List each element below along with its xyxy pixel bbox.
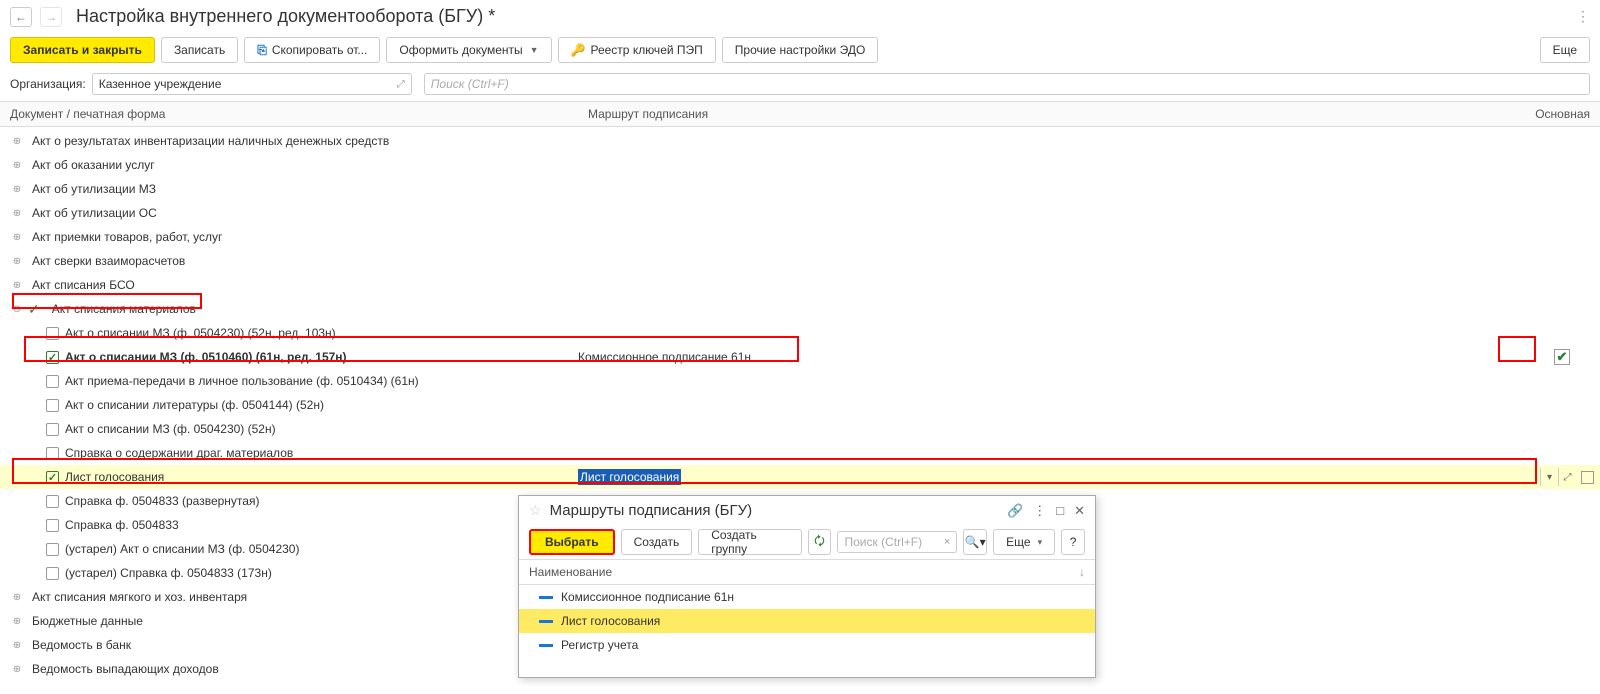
chevron-down-icon: ▼ <box>530 45 539 55</box>
checkbox[interactable] <box>46 375 59 388</box>
clear-icon[interactable]: × <box>944 536 950 548</box>
expand-icon[interactable]: ⊕ <box>10 640 24 651</box>
popup-title: Маршруты подписания (БГУ) <box>550 502 999 519</box>
tree-group[interactable]: ⊕Акт сверки взаиморасчетов <box>0 249 1600 273</box>
route-value: Комиссионное подписание 61н <box>578 350 751 364</box>
tree-item[interactable]: Справка о содержании драг. материалов <box>0 441 1600 465</box>
tree-item[interactable]: Акт приема-передачи в личное пользование… <box>0 369 1600 393</box>
popup-row-selected[interactable]: Лист голосования <box>519 609 1095 633</box>
search-settings-button[interactable]: 🔍▾ <box>963 529 987 555</box>
check-icon: ✓ <box>28 301 40 318</box>
expand-icon[interactable]: ⊕ <box>10 232 24 243</box>
tree-group[interactable]: ⊖✓Акт списания материалов <box>0 297 1600 321</box>
popup-col-header[interactable]: Наименование↓ <box>519 559 1095 585</box>
checkbox[interactable] <box>46 471 59 484</box>
expand-icon[interactable]: ⊕ <box>10 160 24 171</box>
more-icon[interactable]: ⋮ <box>1033 503 1046 519</box>
checkbox[interactable] <box>46 351 59 364</box>
copy-from-button[interactable]: ⎘Скопировать от... <box>244 37 380 63</box>
tree-item[interactable]: Акт о списании литературы (ф. 0504144) (… <box>0 393 1600 417</box>
create-button[interactable]: Создать <box>621 529 693 555</box>
tree-item[interactable]: Акт о списании МЗ (ф. 0504230) (52н) <box>0 417 1600 441</box>
page-title: Настройка внутреннего документооборота (… <box>76 6 495 27</box>
checkbox[interactable] <box>46 399 59 412</box>
checkbox[interactable] <box>46 543 59 556</box>
tree-group[interactable]: ⊕Акт списания БСО <box>0 273 1600 297</box>
checkbox[interactable] <box>46 423 59 436</box>
copy-icon: ⎘ <box>257 43 267 58</box>
expand-icon[interactable]: ⊕ <box>10 664 24 675</box>
key-icon: 🔑 <box>571 43 586 57</box>
sort-icon: ↓ <box>1079 565 1085 579</box>
main-checkbox[interactable]: ✔ <box>1554 349 1570 365</box>
dropdown-icon[interactable]: ▾ <box>1540 468 1558 486</box>
link-icon[interactable]: 🔗 <box>1007 503 1023 519</box>
expand-icon[interactable]: ⊕ <box>10 616 24 627</box>
expand-icon[interactable]: ⊕ <box>10 184 24 195</box>
save-button[interactable]: Записать <box>161 37 238 63</box>
create-group-button[interactable]: Создать группу <box>698 529 801 555</box>
more-button[interactable]: Еще <box>1540 37 1590 63</box>
table-header: Документ / печатная форма Маршрут подпис… <box>0 101 1600 127</box>
back-button[interactable]: ← <box>10 7 32 27</box>
collapse-icon[interactable]: ⊖ <box>10 304 24 315</box>
item-icon <box>539 620 553 623</box>
checkbox[interactable] <box>46 447 59 460</box>
item-icon <box>539 644 553 647</box>
tree-group[interactable]: ⊕Акт об оказании услуг <box>0 153 1600 177</box>
expand-icon[interactable]: ⊕ <box>10 136 24 147</box>
popup-search[interactable]: Поиск (Ctrl+F)× <box>837 531 957 553</box>
expand-icon[interactable]: ⤢ <box>397 79 405 90</box>
org-label: Организация: <box>10 77 86 91</box>
tree-group[interactable]: ⊕Акт об утилизации ОС <box>0 201 1600 225</box>
open-icon[interactable]: ⤢ <box>1558 468 1576 486</box>
forward-button[interactable]: → <box>40 7 62 27</box>
org-field[interactable]: Казенное учреждение⤢ <box>92 73 412 95</box>
item-icon <box>539 596 553 599</box>
expand-icon[interactable]: ⊕ <box>10 208 24 219</box>
refresh-button[interactable]: 🗘 <box>808 529 832 555</box>
help-button[interactable]: ? <box>1061 529 1085 555</box>
checkbox[interactable] <box>46 567 59 580</box>
header-more-icon[interactable]: ⋮ <box>1576 8 1590 25</box>
main-checkbox[interactable] <box>1581 471 1594 484</box>
tree-item[interactable]: Акт о списании МЗ (ф. 0510460) (61н, ред… <box>0 345 1600 369</box>
save-close-button[interactable]: Записать и закрыть <box>10 37 155 63</box>
popup-row[interactable]: Комиссионное подписание 61н <box>519 585 1095 609</box>
popup-more-button[interactable]: Еще▾ <box>993 529 1055 555</box>
other-settings-button[interactable]: Прочие настройки ЭДО <box>722 37 879 63</box>
keys-button[interactable]: 🔑Реестр ключей ПЭП <box>558 37 716 63</box>
select-button[interactable]: Выбрать <box>529 529 615 555</box>
tree-group[interactable]: ⊕Акт об утилизации МЗ <box>0 177 1600 201</box>
tree-group[interactable]: ⊕Акт о результатах инвентаризации наличн… <box>0 129 1600 153</box>
format-docs-button[interactable]: Оформить документы▼ <box>386 37 551 63</box>
tree-group[interactable]: ⊕Акт приемки товаров, работ, услуг <box>0 225 1600 249</box>
expand-icon[interactable]: ⊕ <box>10 256 24 267</box>
checkbox[interactable] <box>46 327 59 340</box>
route-editor[interactable]: Лист голосования <box>578 469 681 485</box>
expand-icon[interactable]: ⊕ <box>10 592 24 603</box>
close-icon[interactable]: ✕ <box>1074 503 1085 519</box>
star-icon[interactable]: ☆ <box>529 502 542 519</box>
tree-item[interactable]: Акт о списании МЗ (ф. 0504230) (52н, ред… <box>0 321 1600 345</box>
checkbox[interactable] <box>46 519 59 532</box>
popup-row[interactable]: Регистр учета <box>519 633 1095 657</box>
checkbox[interactable] <box>46 495 59 508</box>
search-input[interactable]: Поиск (Ctrl+F) <box>424 73 1590 95</box>
tree-item-selected[interactable]: Лист голосованияЛист голосования▾⤢ <box>0 465 1600 489</box>
routes-popup: ☆ Маршруты подписания (БГУ) 🔗 ⋮ □ ✕ Выбр… <box>518 495 1096 678</box>
maximize-icon[interactable]: □ <box>1056 503 1064 519</box>
expand-icon[interactable]: ⊕ <box>10 280 24 291</box>
